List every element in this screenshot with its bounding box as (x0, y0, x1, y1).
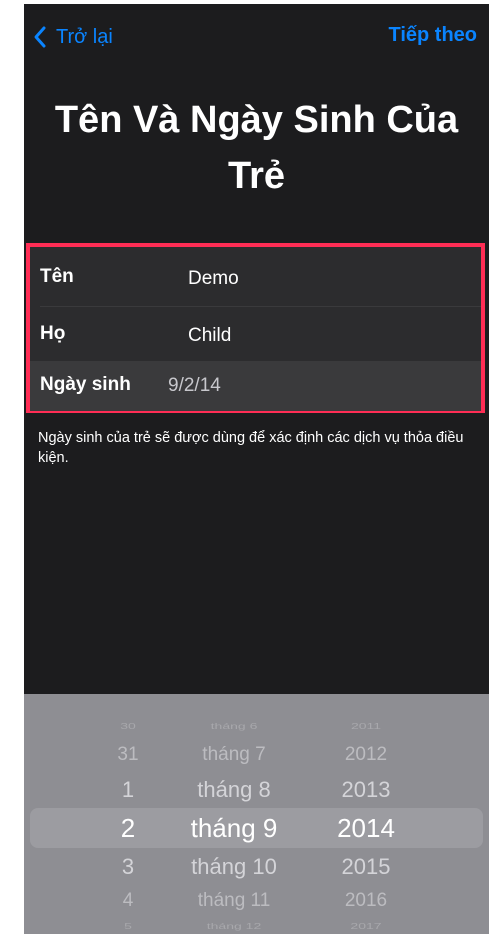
day-option[interactable]: 5 (108, 921, 148, 931)
day-option[interactable]: 3 (108, 854, 148, 880)
back-label: Trở lại (56, 25, 113, 48)
date-picker[interactable]: 30 31 1 2 3 4 5 tháng 6 tháng 7 tháng 8 … (24, 694, 489, 934)
last-name-label: Họ (40, 323, 66, 344)
day-option[interactable]: 1 (108, 777, 148, 803)
screen: Trở lại Tiếp theo Tên Và Ngày Sinh Của T… (24, 4, 489, 934)
year-option[interactable]: 2013 (316, 777, 416, 803)
last-name-field[interactable]: Child (188, 325, 231, 347)
page-title: Tên Và Ngày Sinh Của Trẻ (54, 99, 459, 197)
back-button[interactable]: Trở lại (32, 22, 113, 52)
month-option-selected[interactable]: tháng 9 (174, 813, 294, 844)
year-option[interactable]: 2015 (316, 854, 416, 880)
year-option[interactable]: 2017 (316, 921, 416, 931)
day-option[interactable]: 4 (108, 890, 148, 912)
child-info-form: Tên Demo Họ Child Ngày sinh 9/2/14 (26, 243, 485, 413)
year-option-selected[interactable]: 2014 (316, 813, 416, 844)
month-option[interactable]: tháng 6 (174, 721, 294, 731)
year-option[interactable]: 2012 (316, 744, 416, 766)
month-option[interactable]: tháng 11 (174, 890, 294, 912)
month-option[interactable]: tháng 7 (174, 744, 294, 766)
month-option[interactable]: tháng 8 (174, 777, 294, 803)
year-option[interactable]: 2016 (316, 890, 416, 912)
birthday-row[interactable]: Ngày sinh 9/2/14 (30, 361, 481, 411)
chevron-left-icon (34, 26, 46, 48)
month-option[interactable]: tháng 10 (174, 854, 294, 880)
month-option[interactable]: tháng 12 (174, 921, 294, 931)
year-option[interactable]: 2011 (316, 721, 416, 731)
birthday-label: Ngày sinh (40, 374, 131, 395)
first-name-field[interactable]: Demo (188, 268, 239, 290)
day-option[interactable]: 30 (108, 721, 148, 731)
day-option-selected[interactable]: 2 (108, 813, 148, 844)
birthday-note: Ngày sinh của trẻ sẽ được dùng để xác đị… (38, 430, 464, 466)
first-name-row[interactable]: Tên Demo (30, 250, 481, 306)
day-option[interactable]: 31 (108, 744, 148, 766)
first-name-label: Tên (40, 266, 74, 287)
last-name-row[interactable]: Họ Child (30, 307, 481, 363)
birthday-field[interactable]: 9/2/14 (168, 375, 221, 397)
navigation-bar: Trở lại Tiếp theo (24, 4, 489, 68)
next-button[interactable]: Tiếp theo (388, 24, 477, 47)
